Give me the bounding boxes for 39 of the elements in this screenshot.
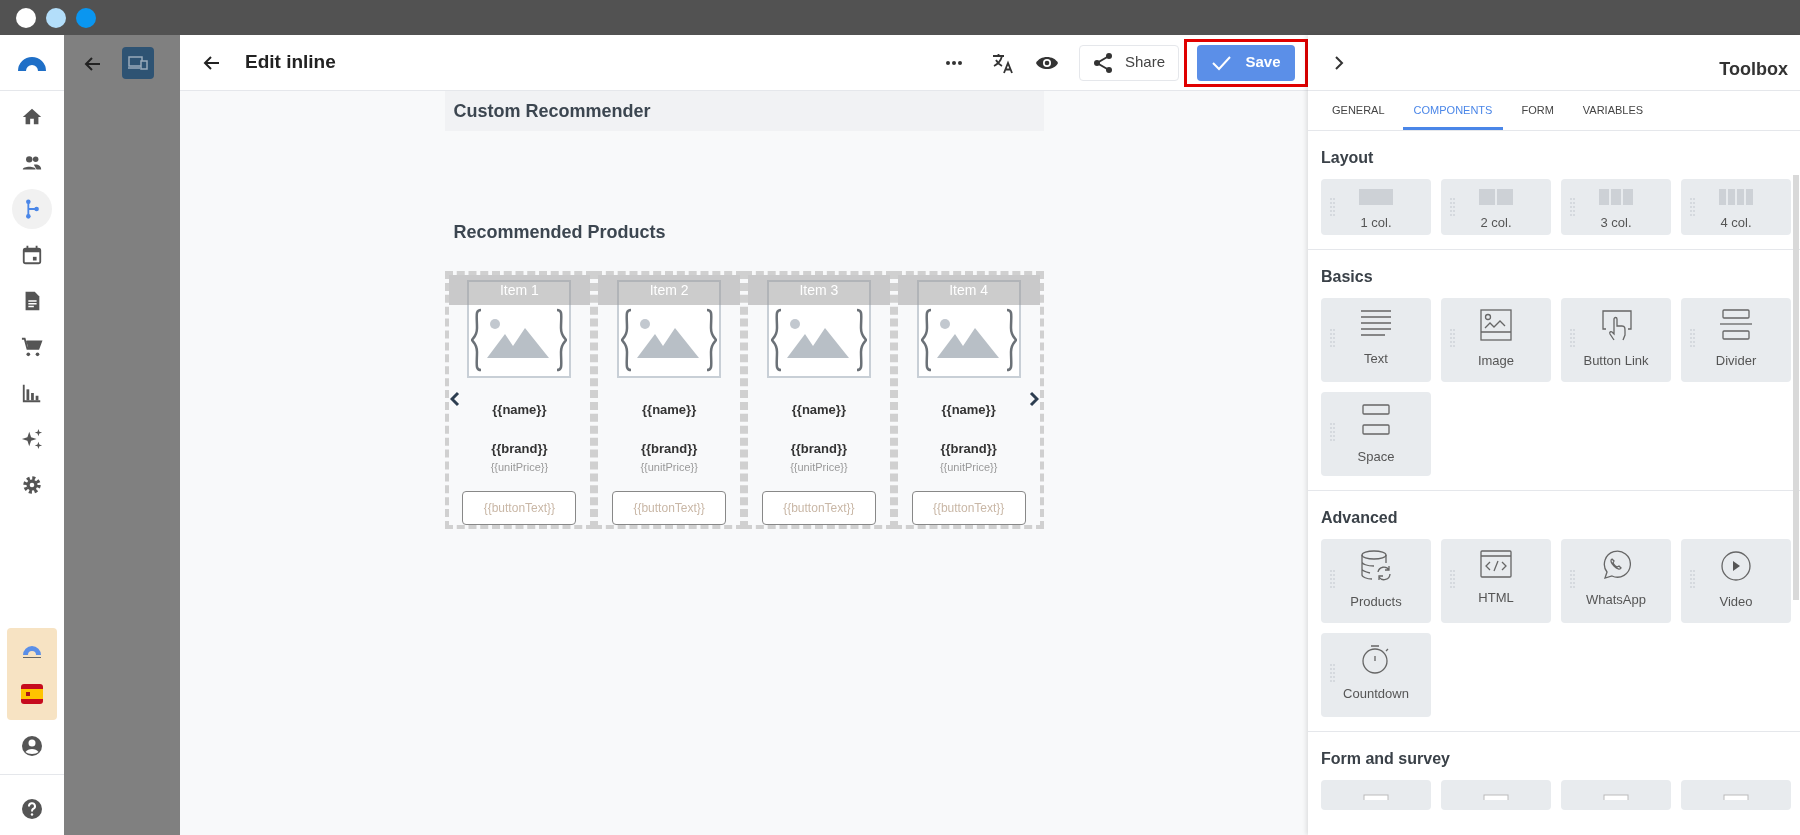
panel-tab[interactable]: GENERAL: [1321, 91, 1396, 130]
name-placeholder: {{name}}: [791, 400, 846, 419]
component-tile[interactable]: 1 col.: [1321, 179, 1431, 235]
component-tile[interactable]: Divider: [1681, 298, 1791, 382]
section-heading: Advanced: [1321, 508, 1399, 528]
price-placeholder: {{unitPrice}}: [640, 459, 698, 475]
component-tile[interactable]: HTML: [1441, 539, 1551, 623]
brand-placeholder: {{brand}}: [940, 440, 997, 459]
share-button[interactable]: Share: [1079, 44, 1179, 81]
brand-placeholder: {{brand}}: [640, 440, 698, 459]
component-tile[interactable]: Products: [1321, 539, 1431, 623]
component-tile[interactable]: 4 col.: [1681, 179, 1791, 235]
panel-tab[interactable]: VARIABLES: [1571, 91, 1655, 130]
name-placeholder: {{name}}: [941, 400, 996, 419]
name-placeholder: {{name}}: [492, 400, 547, 419]
component-tile[interactable]: Countdown: [1321, 633, 1431, 717]
name-placeholder: {{name}}: [642, 400, 697, 419]
component-tile[interactable]: Space: [1321, 392, 1431, 476]
component-tile[interactable]: Text: [1321, 298, 1431, 382]
brand-placeholder: {{brand}}: [491, 440, 548, 459]
component-tile[interactable]: 2 col.: [1441, 179, 1551, 235]
panel-tab[interactable]: COMPONENTS: [1402, 91, 1504, 130]
price-placeholder: {{unitPrice}}: [490, 459, 549, 475]
panel-tab[interactable]: FORM: [1510, 91, 1565, 130]
price-placeholder: {{unitPrice}}: [790, 459, 848, 475]
section-heading: Layout: [1321, 148, 1375, 168]
page-title: Edit inline: [245, 50, 336, 75]
brand-placeholder: {{brand}}: [790, 440, 848, 459]
component-tile[interactable]: Button Link: [1561, 298, 1671, 382]
panel-title: Toolbox: [1719, 58, 1788, 81]
component-tile[interactable]: WhatsApp: [1561, 539, 1671, 623]
section-heading: Form and survey: [1321, 749, 1451, 769]
block-title: Custom Recommender: [444, 91, 1044, 131]
component-tile[interactable]: Image: [1441, 298, 1551, 382]
component-tile[interactable]: 3 col.: [1561, 179, 1671, 235]
section-heading: Basics: [1321, 267, 1374, 287]
section-heading: Recommended Products: [452, 221, 667, 244]
component-tile[interactable]: Video: [1681, 539, 1791, 623]
price-placeholder: {{unitPrice}}: [939, 459, 998, 475]
